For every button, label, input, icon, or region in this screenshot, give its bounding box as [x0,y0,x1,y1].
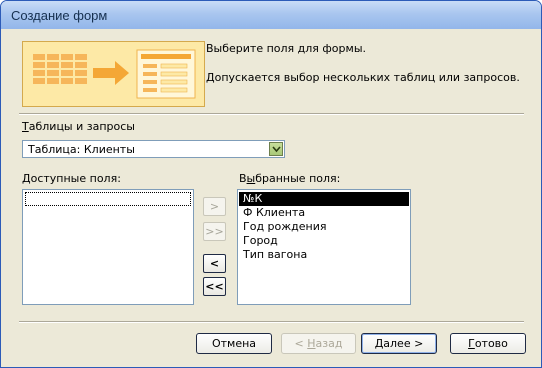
window-title: Создание форм [11,8,108,23]
remove-all-fields-button[interactable]: << [203,277,226,296]
wizard-illustration [22,41,205,107]
chevron-down-icon[interactable] [269,142,283,156]
tables-label: Таблицы и запросы [22,120,135,133]
list-item[interactable]: Город [241,234,280,248]
list-item[interactable]: №К [239,192,409,206]
instruction-text: Выберите поля для формы. [206,42,366,55]
form-wizard-window: Создание форм Выберите поля для формы. Д… [0,0,542,368]
tables-combobox-value: Таблица: Клиенты [28,143,135,156]
list-item[interactable]: Тип вагона [241,248,309,262]
bottom-divider [19,321,524,323]
remove-field-button[interactable]: < [203,254,226,273]
tables-combobox[interactable]: Таблица: Клиенты [22,140,285,158]
list-focus-indicator [25,192,191,206]
available-fields-label: Доступные поля: [22,172,121,185]
cancel-button[interactable]: Отмена [196,333,272,354]
available-fields-list[interactable] [22,189,194,305]
top-divider [19,113,524,115]
list-item[interactable]: Год рождения [241,220,329,234]
hint-text: Допускается выбор нескольких таблиц или … [206,71,520,84]
title-bar[interactable]: Создание форм [1,1,541,29]
back-button[interactable]: < Назад [281,333,356,354]
add-all-fields-button[interactable]: >> [203,222,226,241]
add-field-button[interactable]: > [203,197,226,216]
selected-fields-list[interactable]: №К Ф Клиента Год рождения Город Тип ваго… [237,189,411,305]
dialog-body: Выберите поля для формы. Допускается выб… [6,29,536,362]
next-button[interactable]: Далее > [361,333,437,354]
list-item[interactable]: Ф Клиента [241,206,307,220]
selected-fields-label: Выбранные поля: [239,172,341,185]
finish-button[interactable]: Готово [450,333,526,354]
